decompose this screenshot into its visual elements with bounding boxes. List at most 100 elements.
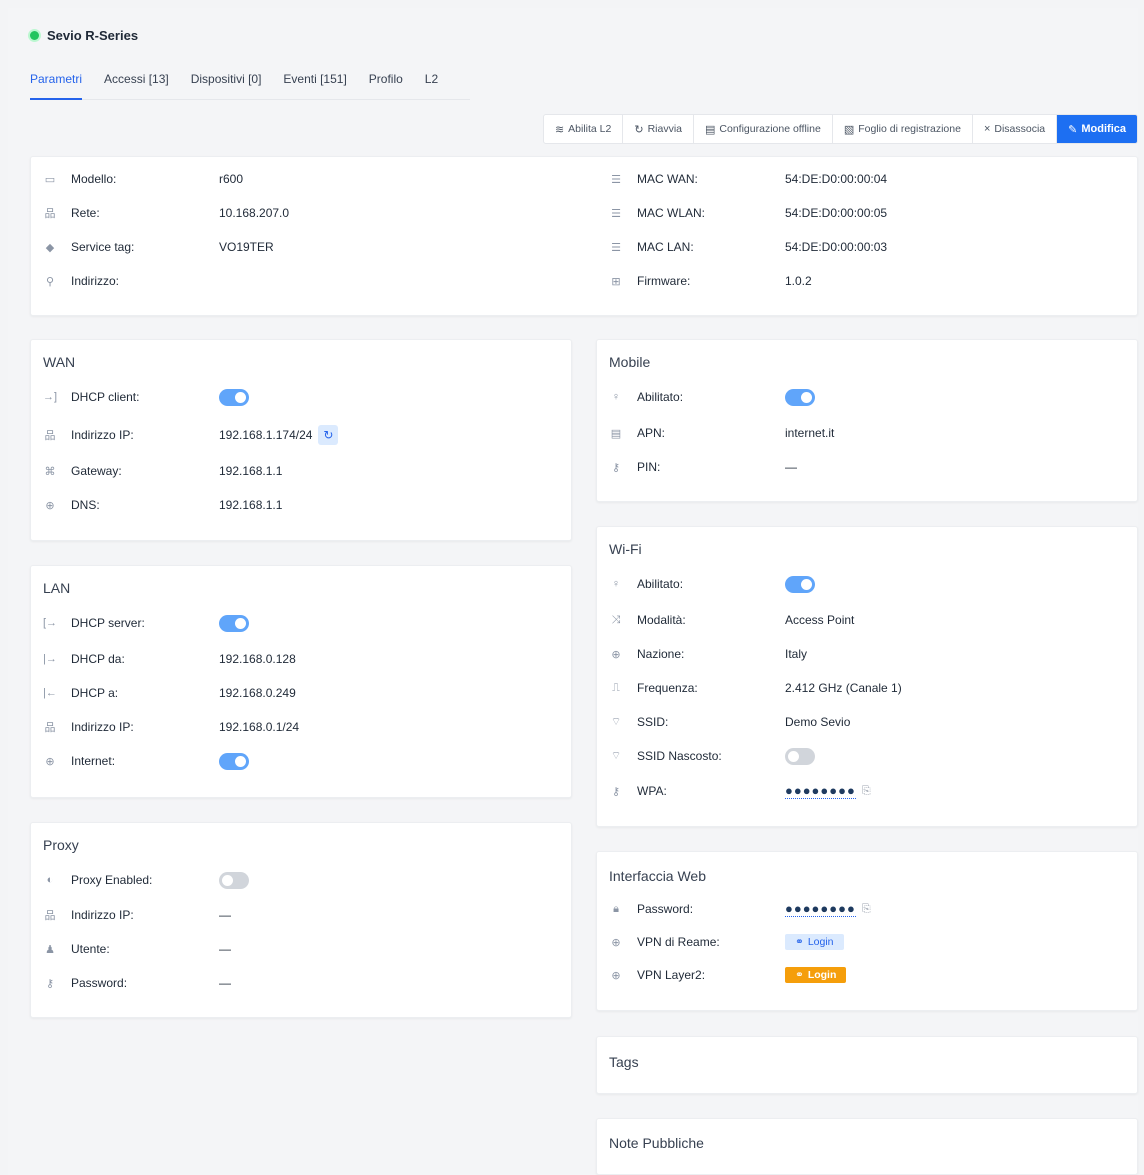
server-icon: ☰ xyxy=(611,173,621,186)
tab-eventi[interactable]: Eventi [151] xyxy=(283,72,346,100)
mobile-abilitato-label: Abilitato: xyxy=(637,390,684,404)
gateway-value: 192.168.1.1 xyxy=(219,464,283,478)
web-interface-title: Interfaccia Web xyxy=(609,868,707,884)
globe-icon: ⊕ xyxy=(611,936,621,949)
ssid-value: Demo Sevio xyxy=(785,715,851,729)
modifica-label: Modifica xyxy=(1081,123,1126,135)
indirizzo-label: Indirizzo: xyxy=(71,274,120,288)
dhcp-a-row: |← DHCP a: 192.168.0.249 xyxy=(31,683,571,703)
dhcp-da-row: |→ DHCP da: 192.168.0.128 xyxy=(31,649,571,669)
action-toolbar: ≋ Abilita L2 ↻ Riavvia ▤ Configurazione off… xyxy=(542,114,1138,144)
web-interface-card: Interfaccia Web 🔒︎ Password: ●●●●●●●● ⎘ ⊕… xyxy=(596,851,1138,1011)
proxy-enabled-toggle[interactable] xyxy=(219,871,249,889)
document-icon: ▤ xyxy=(610,427,622,440)
lightbulb-icon: ♀ xyxy=(611,391,621,403)
mac-lan-label: MAC LAN: xyxy=(637,240,694,254)
vpn-l2-login-button[interactable]: ⚭ Login xyxy=(785,967,847,983)
tab-l2[interactable]: L2 xyxy=(425,72,438,100)
apn-label: APN: xyxy=(637,426,666,440)
ssid-row: ⌔ SSID: Demo Sevio xyxy=(597,712,1137,732)
wifi-card: Wi-Fi ♀ Abilitato: ⤨ Modalità: Access Po… xyxy=(596,526,1138,827)
network-icon: 品 xyxy=(44,910,56,922)
layers-icon: ≋ xyxy=(554,123,565,136)
internet-toggle[interactable] xyxy=(219,752,249,770)
modifica-button[interactable]: ✎ Modifica xyxy=(1057,115,1137,143)
vpn-l2-login-label: Login xyxy=(807,969,837,981)
modello-row: ▭ Modello: r600 xyxy=(31,169,591,189)
modalita-label: Modalità: xyxy=(637,613,686,627)
pin-value: — xyxy=(785,460,797,474)
frequency-icon: ⎍ xyxy=(612,681,620,694)
sheet-icon: ▧ xyxy=(843,123,855,136)
login-arrow-icon: →] xyxy=(43,391,58,403)
proxy-card: Proxy ◐ Proxy Enabled: 品 Indirizzo IP: —… xyxy=(30,822,572,1018)
modello-value: r600 xyxy=(219,172,244,186)
vpn-reame-row: ⊕ VPN di Reame: ⚭ Login xyxy=(597,932,1137,952)
mobile-enabled-toggle[interactable] xyxy=(785,388,815,406)
firmware-label: Firmware: xyxy=(637,274,691,288)
ssid-nascosto-label: SSID Nascosto: xyxy=(637,749,722,763)
abilita-l2-button[interactable]: ≋ Abilita L2 xyxy=(544,115,624,143)
mac-wlan-value: 54:DE:D0:00:00:05 xyxy=(785,206,888,220)
pin-label: PIN: xyxy=(637,460,661,474)
proxy-utente-value: — xyxy=(219,942,231,956)
page: Sevio R-Series Parametri Accessi [13] Di… xyxy=(8,8,1138,1175)
tab-parametri[interactable]: Parametri xyxy=(30,72,83,100)
wifi-icon: ⌔ xyxy=(610,716,622,728)
server-icon: ☰ xyxy=(611,207,621,220)
nazione-label: Nazione: xyxy=(637,647,685,661)
firmware-value: 1.0.2 xyxy=(785,274,812,288)
file-icon: ▤ xyxy=(705,123,716,136)
rete-value: 10.168.207.0 xyxy=(219,206,290,220)
web-password-masked-value[interactable]: ●●●●●●●● xyxy=(785,901,856,917)
info-right-column: ☰ MAC WAN: 54:DE:D0:00:00:04 ☰ MAC WLAN:… xyxy=(597,157,1137,317)
dhcp-server-toggle[interactable] xyxy=(219,614,249,632)
modalita-value: Access Point xyxy=(785,613,855,627)
tab-profilo[interactable]: Profilo xyxy=(369,72,403,100)
apn-value: internet.it xyxy=(785,426,835,440)
internet-label: Internet: xyxy=(71,754,116,768)
globe-icon: ⊕ xyxy=(611,969,621,982)
mac-wan-label: MAC WAN: xyxy=(637,172,698,186)
riavvia-label: Riavvia xyxy=(647,123,683,135)
key-icon: ⚷ xyxy=(45,977,55,990)
web-password-label: Password: xyxy=(637,902,694,916)
modello-label: Modello: xyxy=(71,172,117,186)
tags-card: Tags xyxy=(596,1036,1138,1094)
vpn-reame-login-button[interactable]: ⚭ Login xyxy=(785,934,844,950)
frequenza-value: 2.412 GHz (Canale 1) xyxy=(785,681,902,695)
gateway-label: Gateway: xyxy=(71,464,122,478)
foglio-registrazione-button[interactable]: ▧ Foglio di registrazione xyxy=(833,115,973,143)
configurazione-offline-button[interactable]: ▤ Configurazione offline xyxy=(694,115,833,143)
lock-icon: 🔒︎ xyxy=(613,902,619,915)
public-notes-card: Note Pubbliche xyxy=(596,1118,1138,1175)
copy-icon[interactable]: ⎘ xyxy=(862,903,871,916)
riavvia-button[interactable]: ↻ Riavvia xyxy=(623,115,695,143)
nazione-value: Italy xyxy=(785,647,808,661)
copy-icon[interactable]: ⎘ xyxy=(862,785,871,798)
tab-accessi[interactable]: Accessi [13] xyxy=(104,72,169,100)
foglio-registrazione-label: Foglio di registrazione xyxy=(858,123,961,135)
range-start-icon: |→ xyxy=(43,653,57,665)
network-icon: 品 xyxy=(44,208,56,220)
ssid-hidden-toggle[interactable] xyxy=(785,747,815,765)
dhcp-a-label: DHCP a: xyxy=(71,686,119,700)
lan-ip-row: 品 Indirizzo IP: 192.168.0.1/24 xyxy=(31,717,571,737)
wpa-masked-value[interactable]: ●●●●●●●● xyxy=(785,783,856,799)
tab-dispositivi[interactable]: Dispositivi [0] xyxy=(191,72,262,100)
range-end-icon: |← xyxy=(43,687,57,699)
globe-icon: ⊕ xyxy=(45,499,55,512)
server-arrow-icon: [→ xyxy=(43,617,58,629)
wifi-enabled-toggle[interactable] xyxy=(785,575,815,593)
shuffle-icon: ⤨ xyxy=(611,613,621,626)
internet-row: ⊕ Internet: xyxy=(31,751,571,771)
wan-title: WAN xyxy=(43,354,76,370)
disassocia-button[interactable]: × Disassocia xyxy=(973,115,1058,143)
dhcp-client-toggle[interactable] xyxy=(219,388,249,406)
key-icon: ⚷ xyxy=(611,785,621,798)
proxy-utente-row: ♟ Utente: — xyxy=(31,939,571,959)
refresh-ip-button[interactable]: ↻ xyxy=(318,425,339,445)
wifi-title: Wi-Fi xyxy=(609,541,642,557)
restart-icon: ↻ xyxy=(634,123,644,136)
tags-title: Tags xyxy=(609,1054,639,1070)
